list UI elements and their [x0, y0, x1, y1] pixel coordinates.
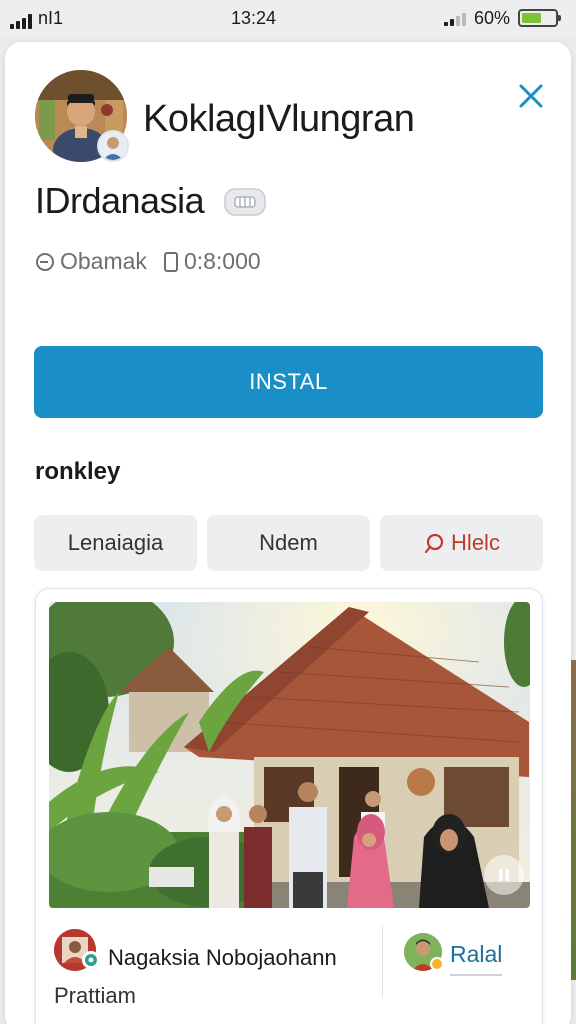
verified-icon — [82, 951, 100, 969]
next-card-peek — [571, 660, 576, 980]
developer-row: IDrdanasia — [35, 180, 268, 222]
chip-filter-2[interactable]: Ndem — [207, 515, 370, 571]
chip-filter-1[interactable]: Lenaiagia — [34, 515, 197, 571]
post-photo[interactable] — [49, 602, 530, 908]
section-title: ronkley — [35, 458, 121, 485]
app-meta-row: Obamak 0:8:000 — [35, 248, 261, 275]
app-detail-sheet: KoklagIVlungran IDrdanasia Obamak 0:8:00… — [5, 42, 571, 1024]
install-button[interactable]: INSTAL — [34, 346, 543, 418]
wifi-signal-icon — [443, 10, 466, 26]
pause-icon — [499, 869, 509, 881]
app-title: KoklagIVlungran — [143, 98, 415, 140]
post-card[interactable]: Nagaksia Nobojaohann Prattiam Ralal — [35, 588, 543, 1024]
status-bar: nI1 13:24 60% — [0, 0, 576, 36]
pause-button[interactable] — [484, 855, 524, 895]
chip-label: Lenaiagia — [67, 530, 164, 555]
meta-category-label: Obamak — [60, 248, 147, 274]
cloud-icon — [224, 188, 266, 216]
close-icon — [519, 84, 543, 108]
status-right: 60% — [443, 7, 561, 29]
phone-icon — [163, 251, 178, 272]
battery-icon — [517, 9, 561, 27]
status-left: nI1 — [10, 8, 63, 29]
close-button[interactable] — [513, 78, 549, 114]
chip-label: Ndem — [259, 530, 318, 555]
meta-count-label: 0:8:000 — [183, 248, 261, 274]
meta-category: Obamak — [35, 248, 147, 275]
poster-subtitle: Prattiam — [54, 983, 136, 1008]
clock-icon — [36, 252, 54, 271]
meta-count: 0:8:000 — [163, 248, 261, 275]
search-icon — [424, 533, 444, 554]
signal-icon — [10, 13, 32, 29]
verified-icon — [97, 130, 129, 162]
status-dot — [430, 957, 444, 971]
status-time: 13:24 — [230, 7, 277, 28]
battery-percent: 60% — [473, 7, 510, 28]
carrier-label: nI1 — [38, 7, 64, 28]
footer-divider — [382, 925, 383, 997]
battery-level — [521, 13, 542, 23]
poster-name[interactable]: Nagaksia Nobojaohann — [108, 945, 337, 971]
chip-search[interactable]: Hlelc — [380, 515, 543, 571]
side-name-link[interactable]: Ralal — [450, 941, 503, 976]
developer-name[interactable]: IDrdanasia — [35, 180, 205, 222]
chip-label: Hlelc — [451, 530, 500, 555]
